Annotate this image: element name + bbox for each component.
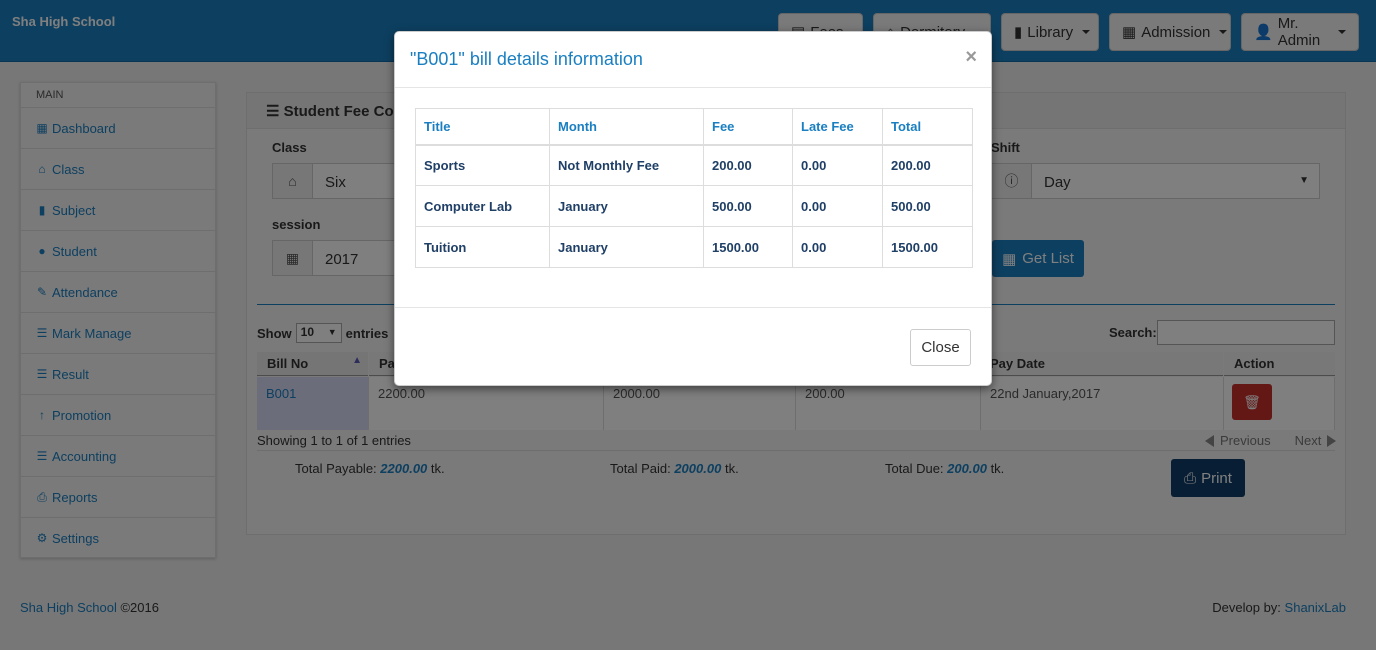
table-row: Computer Lab January 500.00 0.00 500.00: [415, 185, 973, 227]
cell-fee: 200.00: [703, 144, 793, 186]
cell-total: 500.00: [882, 185, 973, 227]
cell-total: 200.00: [882, 144, 973, 186]
cell-month: January: [549, 226, 704, 268]
cell-fee: 1500.00: [703, 226, 793, 268]
table-row: Tuition January 1500.00 0.00 1500.00: [415, 226, 973, 268]
cell-month: Not Monthly Fee: [549, 144, 704, 186]
cell-fee: 500.00: [703, 185, 793, 227]
modal-title: "B001" bill details information: [410, 49, 643, 69]
column-header-title: Title: [415, 108, 550, 146]
cell-title: Tuition: [415, 226, 550, 268]
cell-late-fee: 0.00: [792, 144, 883, 186]
column-header-fee: Fee: [703, 108, 793, 146]
close-button[interactable]: Close: [910, 329, 971, 366]
cell-late-fee: 0.00: [792, 226, 883, 268]
divider: [395, 87, 991, 88]
close-icon[interactable]: ×: [965, 46, 977, 69]
column-header-month: Month: [549, 108, 704, 146]
column-header-late-fee: Late Fee: [792, 108, 883, 146]
column-header-total: Total: [882, 108, 973, 146]
bill-details-modal: "B001" bill details information × Title …: [394, 31, 992, 386]
table-row: Sports Not Monthly Fee 200.00 0.00 200.0…: [415, 144, 973, 186]
cell-title: Computer Lab: [415, 185, 550, 227]
cell-late-fee: 0.00: [792, 185, 883, 227]
cell-title: Sports: [415, 144, 550, 186]
bill-details-table: Title Month Fee Late Fee Total Sports No…: [415, 108, 973, 268]
cell-month: January: [549, 185, 704, 227]
cell-total: 1500.00: [882, 226, 973, 268]
divider: [395, 307, 991, 308]
